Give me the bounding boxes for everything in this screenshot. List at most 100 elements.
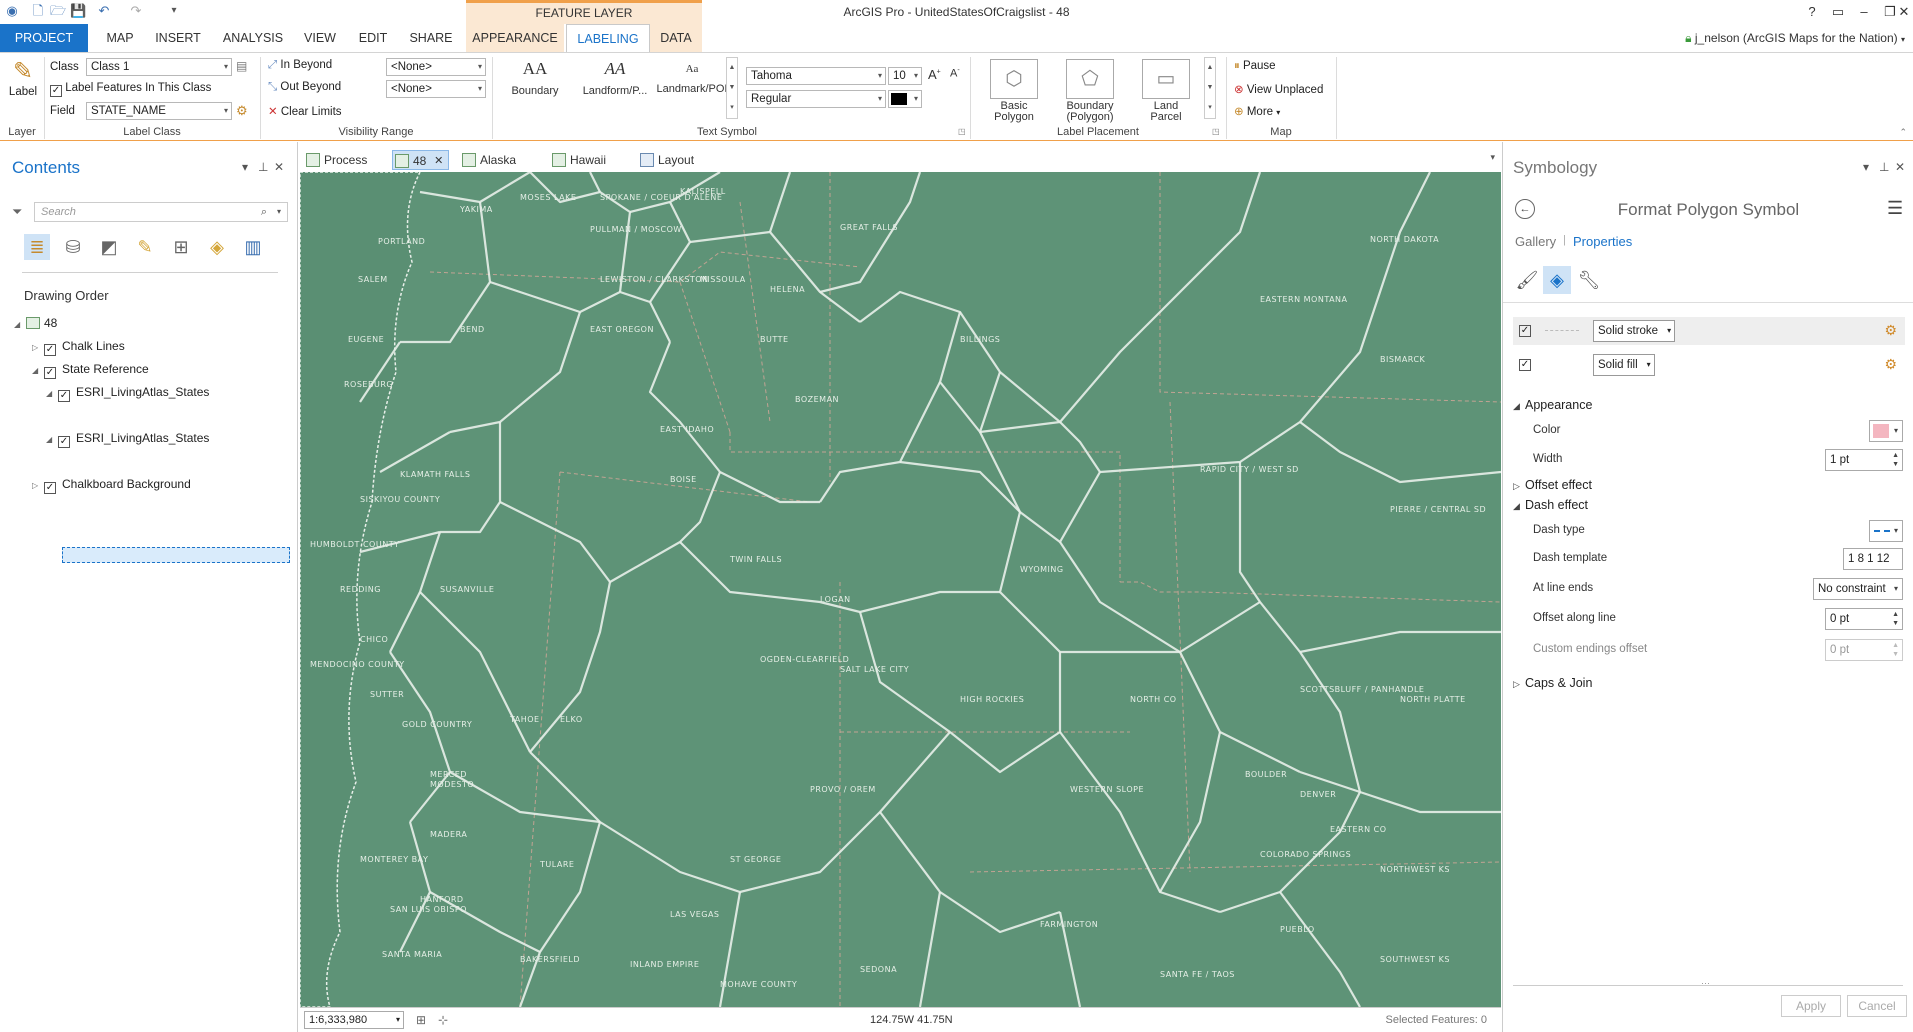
spinner-icon[interactable]: ▲ ▼ (1892, 610, 1899, 628)
tab-process[interactable]: Process (304, 150, 367, 170)
list-by-labeling-icon[interactable]: ◈ (204, 234, 230, 260)
expanded-icon[interactable]: ◢ (14, 316, 26, 334)
font-style-dropdown[interactable]: Regular ▾ (746, 90, 886, 108)
tree-row-esri-states-2[interactable]: ◢ ✓ ESRI_LivingAtlas_States (46, 429, 209, 448)
tab-edit[interactable]: EDIT (352, 24, 394, 52)
offset-along-input[interactable]: 0 pt ▲ ▼ (1825, 608, 1903, 630)
checkbox-checked-icon[interactable]: ✓ (1519, 325, 1531, 337)
dialog-launcher-icon[interactable]: ◳ (958, 127, 966, 136)
field-dropdown[interactable]: STATE_NAME ▾ (86, 102, 232, 120)
placement-land-parcel[interactable]: ▭ (1142, 59, 1190, 99)
list-by-snapping-icon[interactable]: ⊞ (168, 234, 194, 260)
tree-row-chalk-lines[interactable]: ▷ ✓ Chalk Lines (32, 337, 125, 357)
more-button[interactable]: ⊕ More ▾ (1234, 104, 1280, 118)
map-view[interactable]: YAKIMA MOSES LAKE SPOKANE / COEUR D'ALENE K… (300, 172, 1501, 1007)
dash-type-picker[interactable]: ▾ (1869, 520, 1903, 542)
chevron-down-icon[interactable]: ▾ (277, 203, 281, 221)
dialog-launcher-icon[interactable]: ◳ (1212, 127, 1220, 136)
checkbox-checked-icon[interactable]: ✓ (58, 390, 70, 402)
font-dropdown[interactable]: Tahoma ▾ (746, 67, 886, 85)
user-account[interactable]: 🔒︎ j_nelson (ArcGIS Maps for the Nation)… (1685, 31, 1905, 46)
out-beyond-button[interactable]: ⤡ Out Beyond (268, 81, 341, 94)
text-symbol-landform[interactable]: AA Landform/P... (574, 59, 656, 97)
tab-data[interactable]: DATA (650, 24, 702, 52)
font-size-dropdown[interactable]: 10 ▾ (888, 67, 922, 85)
sql-query-icon[interactable]: ▤ (236, 59, 247, 73)
ribbon-display-icon[interactable]: ▭ (1826, 2, 1850, 22)
search-icon[interactable]: ⌕ (261, 203, 267, 221)
wrench-icon[interactable]: 🔧︎ (1575, 266, 1603, 294)
expanded-icon[interactable]: ◢ (46, 385, 58, 403)
legend-swatch-selected[interactable] (62, 547, 290, 563)
tab-share[interactable]: SHARE (402, 24, 460, 52)
apply-button[interactable]: Apply (1781, 995, 1841, 1017)
checkbox-checked-icon[interactable]: ✓ (44, 367, 56, 379)
tree-row-chalkboard-background[interactable]: ▷ ✓ Chalkboard Background (32, 475, 191, 494)
cancel-button[interactable]: Cancel (1847, 995, 1907, 1017)
tab-properties[interactable]: Properties (1573, 234, 1632, 249)
close-window-icon[interactable]: ✕ (1896, 2, 1912, 22)
checkbox-checked-icon[interactable]: ✓ (58, 436, 70, 448)
snapping-icon[interactable]: ⊹ (438, 1013, 448, 1027)
dash-effect-section[interactable]: ◢ Dash effect (1513, 498, 1588, 512)
color-picker[interactable]: ▾ (1869, 420, 1903, 442)
paintbrush-icon[interactable]: 🖌︎ (1513, 266, 1541, 294)
close-pane-icon[interactable]: ✕ (274, 160, 284, 174)
view-unplaced-button[interactable]: ⊗ View Unplaced (1234, 82, 1323, 96)
resize-handle-icon[interactable]: ⋯ (1701, 978, 1710, 989)
out-beyond-dropdown[interactable]: <None> ▾ (386, 80, 486, 98)
decrease-font-icon[interactable]: A- (950, 67, 960, 80)
tab-appearance[interactable]: APPEARANCE (466, 24, 564, 52)
caps-join-section[interactable]: ▷ Caps & Join (1513, 676, 1592, 690)
minimize-icon[interactable]: – (1852, 2, 1876, 22)
collapse-ribbon-icon[interactable]: ⌃ (1899, 127, 1907, 138)
tab-hawaii[interactable]: Hawaii (550, 150, 606, 170)
tree-row-esri-states-1[interactable]: ◢ ✓ ESRI_LivingAtlas_States (46, 383, 209, 403)
tab-list-chevron-icon[interactable]: ▾ (1490, 152, 1495, 163)
at-line-ends-dropdown[interactable]: No constraint ▾ (1813, 578, 1903, 600)
list-by-charts-icon[interactable]: ▥ (240, 234, 266, 260)
symbol-layer-fill[interactable]: ✓ Solid fill ▾ ⚙ (1513, 351, 1905, 379)
stroke-type-dropdown[interactable]: Solid stroke ▾ (1593, 320, 1676, 342)
layer-settings-icon[interactable]: ⚙ (1884, 356, 1897, 373)
checkbox-checked-icon[interactable]: ✓ (44, 344, 56, 356)
gallery-scroll[interactable]: ▲ ▼ ▾ (726, 57, 738, 119)
fill-type-dropdown[interactable]: Solid fill ▾ (1593, 354, 1655, 376)
dash-template-input[interactable]: 1 8 1 12 (1843, 548, 1903, 570)
spinner-icon[interactable]: ▲ ▼ (1892, 451, 1899, 469)
tab-48[interactable]: 48 ✕ (392, 150, 450, 170)
tree-row-map[interactable]: ◢ 48 (14, 314, 57, 332)
contents-search-input[interactable]: Search ⌕ ▾ (34, 202, 288, 222)
pane-menu-icon[interactable]: ▾ (1863, 160, 1869, 174)
in-beyond-dropdown[interactable]: <None> ▾ (386, 58, 486, 76)
hamburger-menu-icon[interactable]: ☰ (1887, 198, 1903, 219)
clear-limits-button[interactable]: ✕ Clear Limits (268, 104, 342, 118)
map-canvas[interactable]: YAKIMAMOSES LAKE SPOKANE / COEUR D'ALENEK… (300, 172, 1501, 1007)
text-symbol-landmark[interactable]: Aa Landmark/POI (652, 59, 732, 95)
layer-settings-icon[interactable]: ⚙ (1884, 322, 1897, 339)
offset-effect-section[interactable]: ▷ Offset effect (1513, 478, 1592, 492)
collapsed-icon[interactable]: ▷ (32, 339, 44, 357)
tab-layout[interactable]: Layout (638, 150, 694, 170)
class-dropdown[interactable]: Class 1 ▾ (86, 58, 232, 76)
layers-icon[interactable]: ◈ (1543, 266, 1571, 294)
list-by-editing-icon[interactable]: ✎ (132, 234, 158, 260)
list-by-source-icon[interactable]: ⛁ (60, 234, 86, 260)
list-by-drawing-order-icon[interactable]: ≣ (24, 234, 50, 260)
close-pane-icon[interactable]: ✕ (1895, 160, 1905, 174)
font-color-dropdown[interactable]: ▾ (888, 90, 922, 108)
in-beyond-button[interactable]: ⤢ In Beyond (268, 59, 332, 72)
pane-menu-icon[interactable]: ▾ (242, 160, 248, 174)
pause-button[interactable]: ⏸ Pause (1234, 60, 1276, 73)
grid-icon[interactable]: ⊞ (416, 1013, 426, 1027)
placement-boundary-polygon[interactable]: ⬠ (1066, 59, 1114, 99)
scale-dropdown[interactable]: 1:6,333,980 ▾ (304, 1011, 404, 1029)
tab-labeling[interactable]: LABELING (566, 24, 650, 52)
placement-basic-polygon[interactable]: ⬡ (990, 59, 1038, 99)
appearance-section[interactable]: ◢ Appearance (1513, 398, 1592, 412)
checkbox-checked-icon[interactable]: ✓ (44, 482, 56, 494)
increase-font-icon[interactable]: A+ (928, 67, 941, 82)
tab-view[interactable]: VIEW (298, 24, 342, 52)
tab-alaska[interactable]: Alaska (460, 150, 516, 170)
expanded-icon[interactable]: ◢ (32, 362, 44, 380)
